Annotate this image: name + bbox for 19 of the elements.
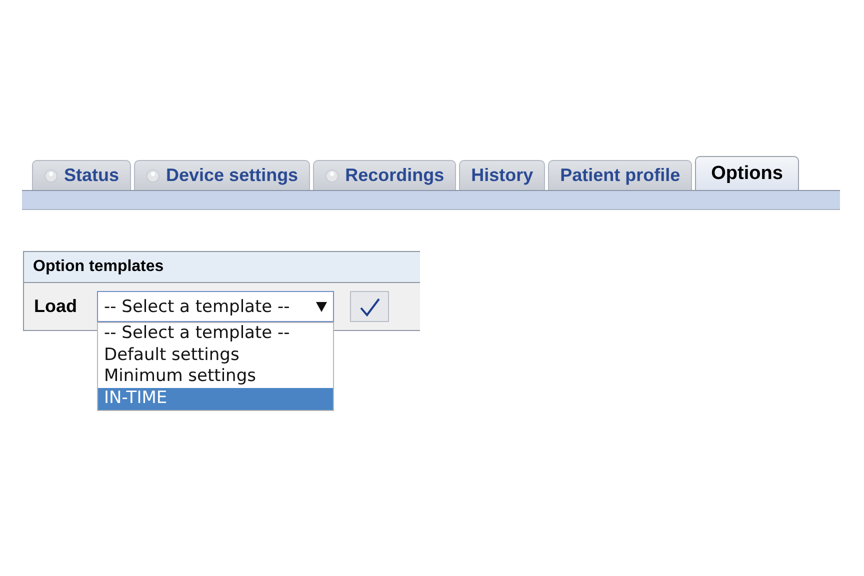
confirm-button[interactable]: [350, 291, 389, 322]
dropdown-option[interactable]: -- Select a template --: [98, 323, 333, 345]
load-label: Load: [34, 296, 78, 317]
tab[interactable]: Device settings: [134, 160, 310, 190]
template-dropdown[interactable]: -- Select a template --: [97, 291, 334, 322]
tab[interactable]: Status: [32, 160, 132, 190]
panel-title: Option templates: [33, 258, 164, 276]
dropdown-option[interactable]: Minimum settings: [98, 366, 333, 388]
status-dot-icon: [44, 168, 58, 182]
status-dot-icon: [146, 168, 160, 182]
tab[interactable]: History: [459, 160, 546, 190]
tab[interactable]: Patient profile: [548, 160, 692, 190]
tab[interactable]: Options: [695, 156, 799, 190]
checkmark-icon: [358, 296, 380, 316]
dropdown-option[interactable]: Default settings: [98, 344, 333, 366]
dropdown-option[interactable]: IN-TIME: [98, 388, 333, 410]
tab[interactable]: Recordings: [313, 160, 456, 190]
caret-icon: [316, 302, 327, 312]
status-dot-icon: [325, 168, 340, 182]
